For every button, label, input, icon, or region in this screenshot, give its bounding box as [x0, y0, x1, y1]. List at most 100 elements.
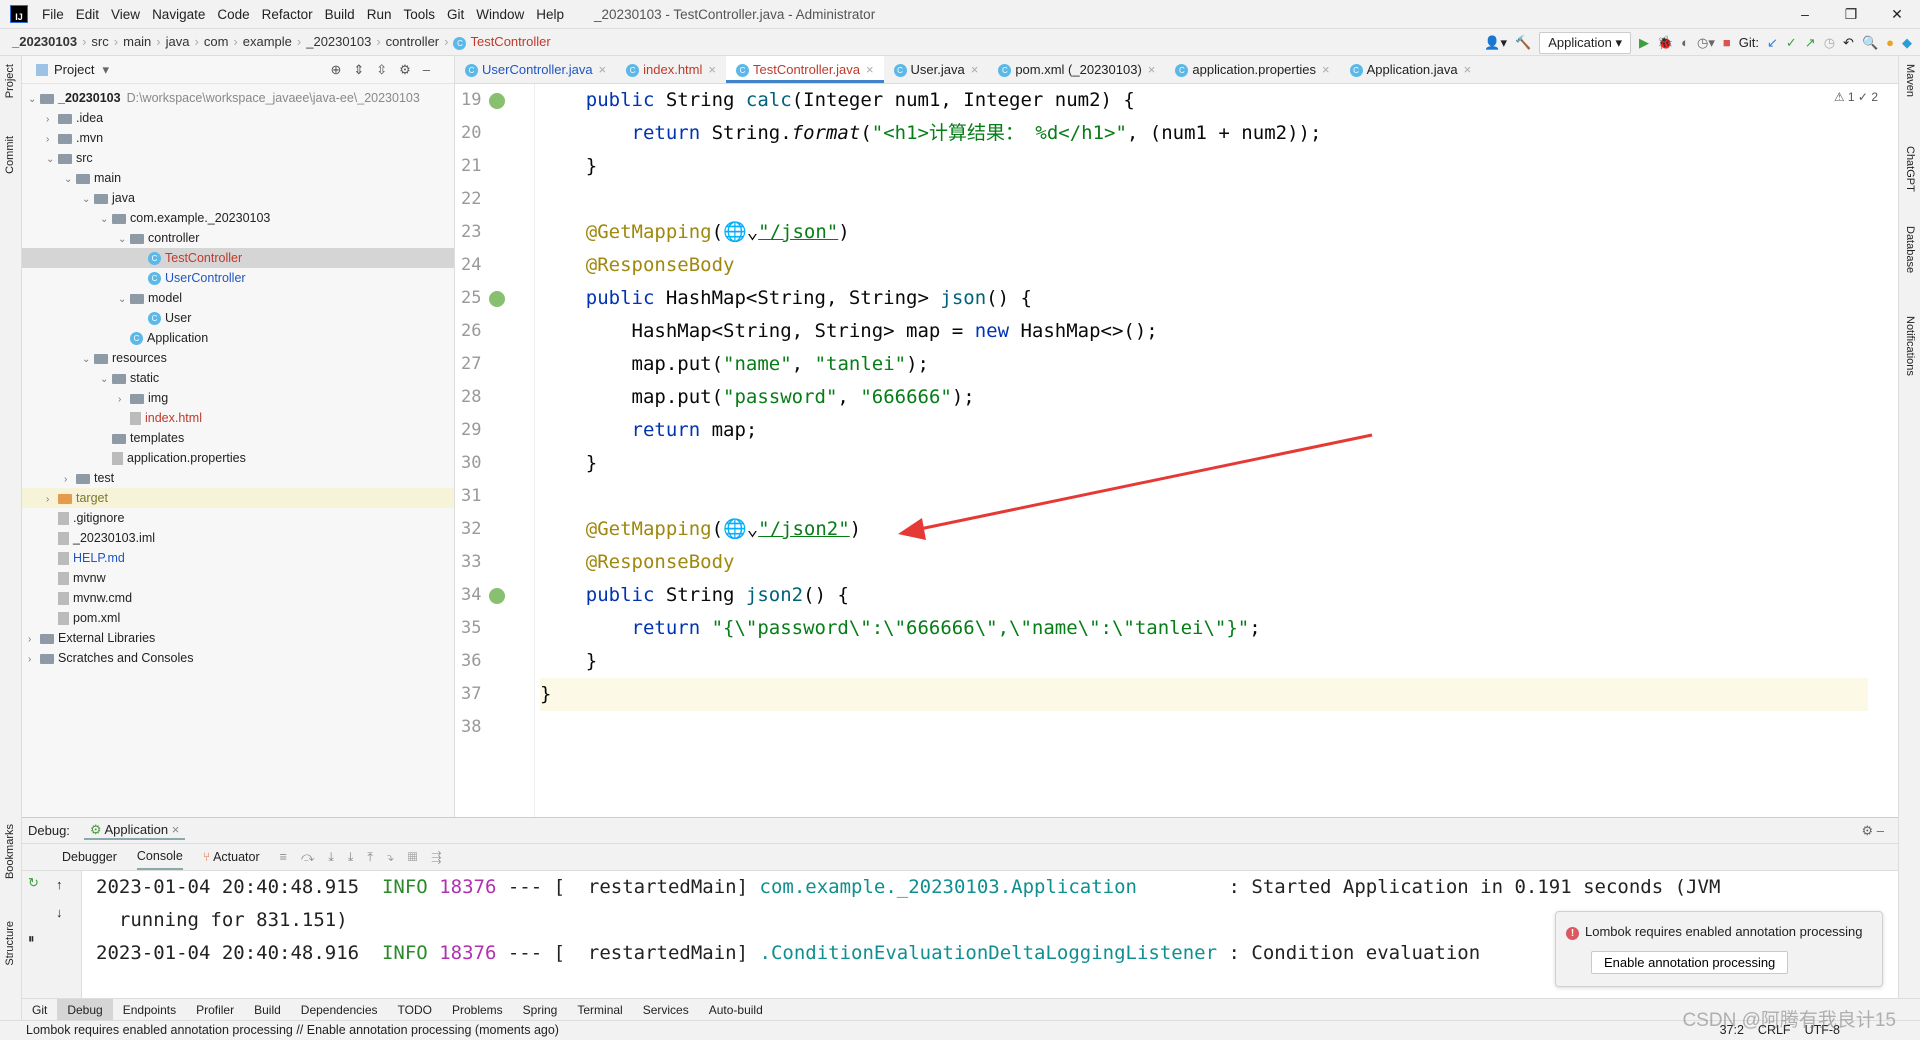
tree-item[interactable]: › target	[22, 488, 454, 508]
close-tab-icon[interactable]: ×	[1322, 62, 1330, 77]
tree-item[interactable]: C UserController	[22, 268, 454, 288]
menu-window[interactable]: Window	[470, 7, 530, 22]
tree-item[interactable]: HELP.md	[22, 548, 454, 568]
chevron-right-icon[interactable]: ›	[46, 490, 58, 510]
stripe-bookmarks[interactable]: Bookmarks	[4, 824, 16, 879]
tree-item[interactable]: mvnw.cmd	[22, 588, 454, 608]
coverage-icon[interactable]: ◐	[1681, 35, 1689, 50]
tool-window-problems[interactable]: Problems	[442, 999, 513, 1021]
menu-git[interactable]: Git	[441, 7, 470, 22]
stripe-structure[interactable]: Structure	[4, 921, 16, 966]
menu-help[interactable]: Help	[530, 7, 570, 22]
close-tab-icon[interactable]: ×	[708, 62, 716, 77]
tree-item[interactable]: templates	[22, 428, 454, 448]
spring-bean-icon[interactable]	[489, 291, 505, 307]
stripe-notifications[interactable]: Notifications	[1904, 316, 1916, 376]
editor-tab[interactable]: Cpom.xml (_20230103) ×	[988, 56, 1165, 83]
chevron-down-icon[interactable]: ⌄	[28, 90, 40, 110]
plugin-icon[interactable]: ◆	[1902, 35, 1912, 51]
run-config-selector[interactable]: Application ▾	[1539, 31, 1631, 54]
restore-button[interactable]: ❐	[1828, 0, 1874, 28]
tree-item[interactable]: ⌄ src	[22, 148, 454, 168]
spring-bean-icon[interactable]	[489, 588, 505, 604]
tool-window-dependencies[interactable]: Dependencies	[291, 999, 388, 1021]
search-icon[interactable]: 🔍	[1862, 35, 1878, 51]
tool-window-profiler[interactable]: Profiler	[186, 999, 244, 1021]
chevron-right-icon[interactable]: ›	[28, 650, 40, 670]
menu-edit[interactable]: Edit	[70, 7, 105, 22]
tool-window-todo[interactable]: TODO	[388, 999, 442, 1021]
tool-window-build[interactable]: Build	[244, 999, 291, 1021]
chevron-down-icon[interactable]: ⌄	[82, 350, 94, 370]
tree-item[interactable]: C User	[22, 308, 454, 328]
menu-build[interactable]: Build	[319, 7, 361, 22]
git-push-icon[interactable]: ↗	[1805, 35, 1816, 51]
menu-refactor[interactable]: Refactor	[256, 7, 319, 22]
tree-item[interactable]: application.properties	[22, 448, 454, 468]
tree-item[interactable]: C TestController	[22, 248, 454, 268]
tree-item[interactable]: ⌄ main	[22, 168, 454, 188]
tree-item[interactable]: ⌄ static	[22, 368, 454, 388]
tool-window-endpoints[interactable]: Endpoints	[113, 999, 186, 1021]
tree-item[interactable]: pom.xml	[22, 608, 454, 628]
rollback-icon[interactable]: ↶	[1843, 35, 1854, 51]
tree-item[interactable]: ⌄ _20230103 D:\workspace\workspace_javaee\…	[22, 88, 454, 108]
tree-item[interactable]: › .mvn	[22, 128, 454, 148]
project-title[interactable]: Project	[54, 62, 94, 77]
enable-annotation-processing-button[interactable]: Enable annotation processing	[1591, 951, 1789, 974]
inspection-summary[interactable]: ⚠ 1 ✓ 2	[1834, 90, 1878, 104]
chevron-right-icon[interactable]: ›	[46, 110, 58, 130]
close-button[interactable]: ✕	[1874, 0, 1920, 28]
stripe-chatgpt[interactable]: ChatGPT	[1904, 146, 1916, 192]
chevron-right-icon[interactable]: ›	[64, 470, 76, 490]
chevron-down-icon[interactable]: ⌄	[118, 230, 130, 250]
chevron-down-icon[interactable]: ⌄	[64, 170, 76, 190]
breadcrumb-item[interactable]: controller	[386, 34, 439, 49]
run-icon[interactable]: ▶	[1639, 35, 1649, 51]
minimize-button[interactable]: –	[1782, 0, 1828, 28]
tool-window-spring[interactable]: Spring	[513, 999, 568, 1021]
project-panel-actions[interactable]: ⊕⇕⇳⚙–	[330, 62, 442, 78]
tab-actuator[interactable]: ⑂ Actuator	[203, 850, 260, 864]
tab-debugger[interactable]: Debugger	[62, 850, 117, 864]
breadcrumb-item[interactable]: _20230103	[306, 34, 371, 49]
code-area[interactable]: public String calc(Integer num1, Integer…	[540, 84, 1868, 744]
menu-run[interactable]: Run	[361, 7, 398, 22]
debug-settings-icon[interactable]: ⚙ –	[1862, 823, 1885, 839]
breadcrumb-item[interactable]: _20230103	[12, 34, 77, 49]
stripe-maven[interactable]: Maven	[1904, 64, 1916, 97]
tree-item[interactable]: › test	[22, 468, 454, 488]
tree-item[interactable]: › Scratches and Consoles	[22, 648, 454, 668]
status-message[interactable]: Lombok requires enabled annotation proce…	[26, 1023, 559, 1037]
close-tab-icon[interactable]: ×	[971, 62, 979, 77]
editor-tab[interactable]: Capplication.properties ×	[1165, 56, 1339, 83]
chevron-down-icon[interactable]: ⌄	[100, 210, 112, 230]
tool-window-auto-build[interactable]: Auto-build	[699, 999, 773, 1021]
chevron-down-icon[interactable]: ⌄	[100, 370, 112, 390]
pause-icon[interactable]: ⏸	[28, 931, 35, 947]
menu-code[interactable]: Code	[211, 7, 255, 22]
editor-tab[interactable]: C TestController.java ×	[725, 56, 884, 83]
rerun-icon[interactable]: ↻	[28, 875, 39, 891]
close-tab-icon[interactable]: ×	[599, 62, 607, 77]
editor-tab[interactable]: C User.java ×	[884, 56, 989, 83]
debug-session-tab[interactable]: ⚙ Application ×	[83, 822, 186, 840]
scroll-up-icon[interactable]: ↑	[56, 877, 63, 892]
tree-item[interactable]: › .idea	[22, 108, 454, 128]
debug-icon[interactable]: 🐞	[1657, 35, 1673, 51]
breadcrumb-item[interactable]: TestController	[470, 34, 550, 49]
step-actions[interactable]: ≡⤼⤓⤓⤒⤵▦⇶	[280, 850, 456, 865]
user-icon[interactable]: 👤▾	[1484, 35, 1507, 51]
menu-view[interactable]: View	[105, 7, 146, 22]
tool-window-debug[interactable]: Debug	[57, 998, 113, 1021]
history-icon[interactable]: ◷	[1824, 35, 1835, 51]
breadcrumb-item[interactable]: main	[123, 34, 151, 49]
tool-window-terminal[interactable]: Terminal	[567, 999, 632, 1021]
tree-item[interactable]: › External Libraries	[22, 628, 454, 648]
stripe-commit[interactable]: Commit	[4, 136, 16, 174]
update-icon[interactable]: ●	[1886, 35, 1894, 50]
git-commit-icon[interactable]: ✓	[1786, 35, 1797, 51]
tree-item[interactable]: index.html	[22, 408, 454, 428]
breadcrumb-item[interactable]: example	[243, 34, 292, 49]
breadcrumb-item[interactable]: java	[166, 34, 190, 49]
